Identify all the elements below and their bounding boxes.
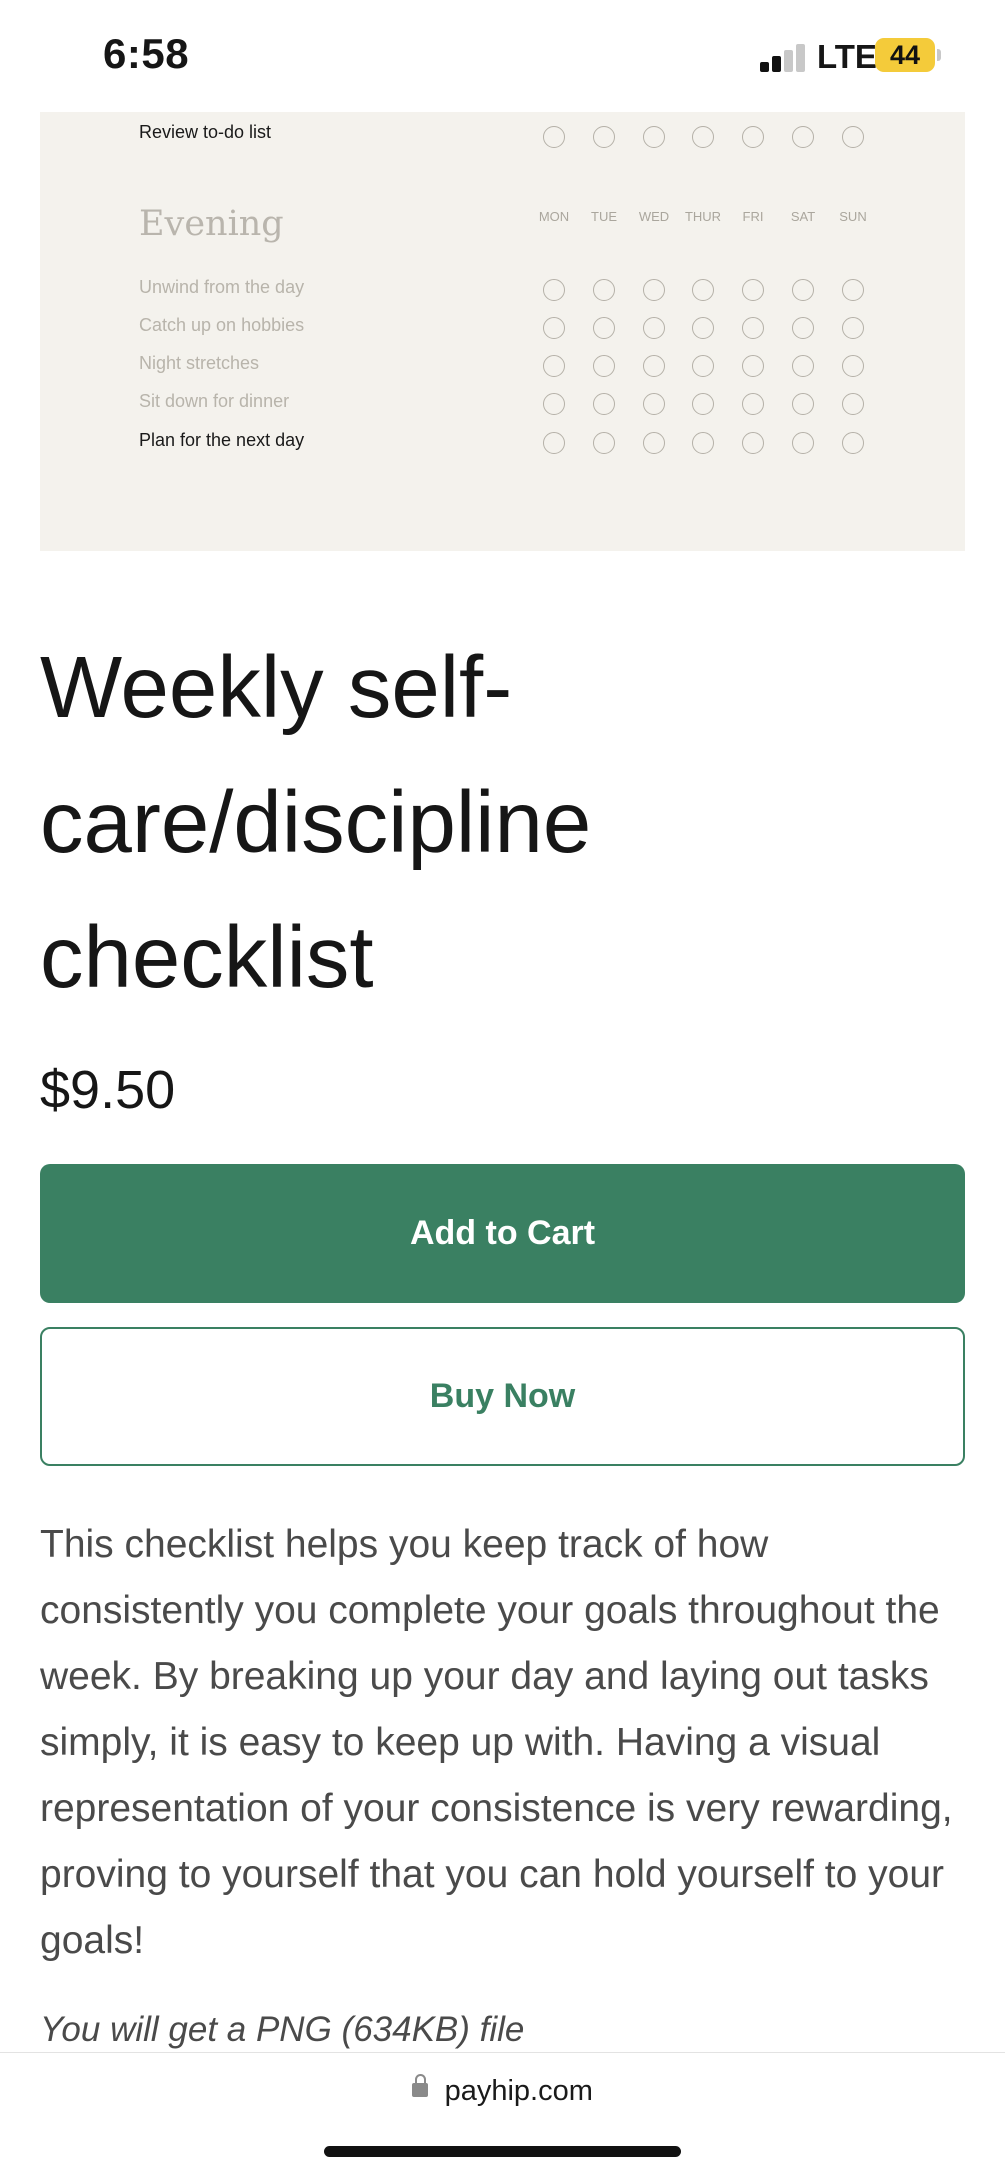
checkbox-circle-icon xyxy=(643,126,665,148)
checkbox-circle-icon xyxy=(692,317,714,339)
checkbox-circle-icon xyxy=(842,393,864,415)
signal-icon xyxy=(760,44,805,72)
checkbox-circle-icon xyxy=(543,279,565,301)
checkbox-circle-icon xyxy=(792,432,814,454)
preview-day-headers: MON TUE WED THUR FRI SAT SUN xyxy=(40,209,965,229)
product-title: Weekly self-care/discipline checklist xyxy=(40,639,592,1006)
network-type: LTE xyxy=(817,38,877,75)
preview-task-review: Review to-do list xyxy=(139,122,272,142)
home-indicator[interactable] xyxy=(324,2146,681,2157)
day-header: WED xyxy=(638,209,670,224)
checkbox-circle-icon xyxy=(842,126,864,148)
product-description: This checklist helps you keep track of h… xyxy=(40,1523,953,1962)
checkbox-circle-icon xyxy=(643,279,665,301)
product-price: $9.50 xyxy=(40,1060,176,1120)
day-header: FRI xyxy=(742,209,764,224)
checkbox-circle-icon xyxy=(543,432,565,454)
status-time: 6:58 xyxy=(103,30,190,77)
status-bar: 6:58 LTE 44 xyxy=(0,0,1005,112)
preview-task: Plan for the next day xyxy=(139,430,305,450)
checkbox-circle-icon xyxy=(742,279,764,301)
checkbox-circle-icon xyxy=(543,126,565,148)
day-header: TUE xyxy=(591,209,617,224)
checkbox-circle-icon xyxy=(742,393,764,415)
preview-task: Catch up on hobbies xyxy=(139,315,305,335)
checkbox-circle-icon xyxy=(742,317,764,339)
lock-icon xyxy=(412,2073,429,2097)
checkbox-circle-icon xyxy=(593,317,615,339)
file-info: You will get a PNG (634KB) file xyxy=(40,2010,525,2049)
checkbox-circle-icon xyxy=(792,279,814,301)
add-to-cart-button[interactable]: Add to Cart xyxy=(40,1164,965,1303)
browser-address-bar[interactable]: payhip.com xyxy=(0,2052,1005,2175)
checkbox-circle-icon xyxy=(742,126,764,148)
checkbox-circle-icon xyxy=(593,355,615,377)
checkbox-circle-icon xyxy=(543,317,565,339)
day-header: SUN xyxy=(839,209,867,224)
product-preview-image[interactable]: Review to-do list Evening MON TUE WED TH… xyxy=(40,112,965,551)
checkbox-circle-icon xyxy=(593,432,615,454)
checkbox-circle-icon xyxy=(692,279,714,301)
checkbox-circle-icon xyxy=(692,355,714,377)
preview-task: Night stretches xyxy=(139,353,260,373)
checkbox-circle-icon xyxy=(593,126,615,148)
checkbox-circle-icon xyxy=(792,126,814,148)
checkbox-circle-icon xyxy=(692,432,714,454)
checkbox-circle-icon xyxy=(593,393,615,415)
checkbox-circle-icon xyxy=(692,393,714,415)
checkbox-circle-icon xyxy=(543,393,565,415)
checkbox-circle-icon xyxy=(842,355,864,377)
battery-tip xyxy=(937,49,941,61)
checkbox-circle-icon xyxy=(593,279,615,301)
checkbox-circle-icon xyxy=(543,355,565,377)
buy-now-button[interactable]: Buy Now xyxy=(40,1327,965,1466)
checkbox-circle-icon xyxy=(842,317,864,339)
day-header: SAT xyxy=(790,209,816,224)
checkbox-circle-icon xyxy=(643,393,665,415)
checkbox-circle-icon xyxy=(643,355,665,377)
day-header: THUR xyxy=(684,209,722,224)
battery-icon: 44 xyxy=(875,38,935,72)
checkbox-circle-icon xyxy=(742,432,764,454)
checkbox-circle-icon xyxy=(842,279,864,301)
checkbox-circle-icon xyxy=(643,432,665,454)
checkbox-circle-icon xyxy=(792,393,814,415)
day-header: MON xyxy=(538,209,570,224)
url-container[interactable]: payhip.com xyxy=(0,2073,1005,2108)
preview-task: Sit down for dinner xyxy=(139,391,290,411)
checkbox-circle-icon xyxy=(792,317,814,339)
checkbox-circle-icon xyxy=(742,355,764,377)
checkbox-circle-icon xyxy=(692,126,714,148)
checkbox-circle-icon xyxy=(792,355,814,377)
preview-task: Unwind from the day xyxy=(139,277,305,297)
checkbox-circle-icon xyxy=(842,432,864,454)
url-text[interactable]: payhip.com xyxy=(445,2075,593,2108)
checkbox-circle-icon xyxy=(643,317,665,339)
